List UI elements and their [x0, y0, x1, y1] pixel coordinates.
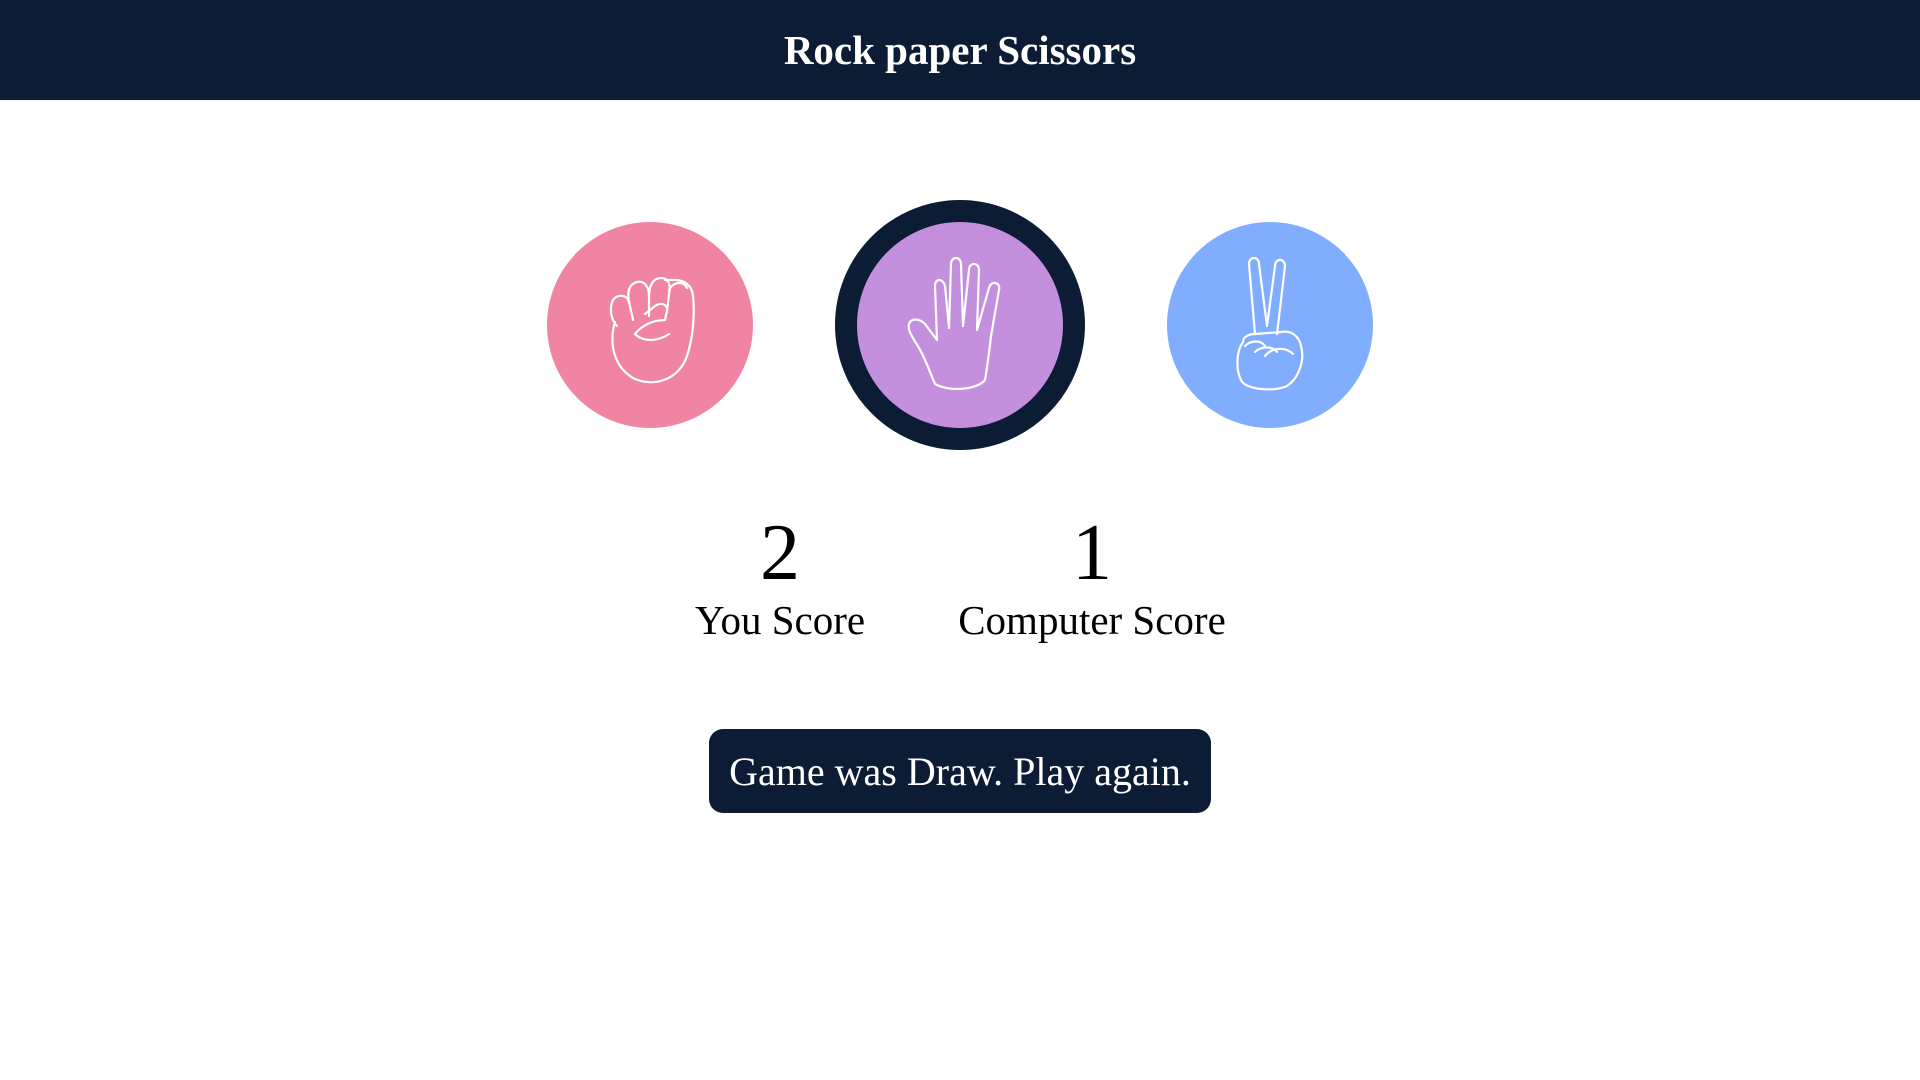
player-score-value: 2 [760, 509, 800, 597]
paper-choice-button[interactable] [835, 200, 1085, 450]
choice-row [0, 200, 1920, 450]
app-title: Rock paper Scissors [783, 27, 1137, 73]
player-score: 2 You Score [680, 508, 880, 642]
scoreboard: 2 You Score 1 Computer Score [0, 508, 1920, 658]
app-header: Rock paper Scissors [0, 0, 1920, 100]
computer-score-label: Computer Score [958, 597, 1226, 643]
fist-icon [595, 250, 705, 400]
computer-score: 1 Computer Score [942, 508, 1242, 642]
play-again-button[interactable]: Game was Draw. Play again. [709, 729, 1211, 813]
rock-choice-button[interactable] [547, 222, 753, 428]
computer-score-value: 1 [1072, 509, 1112, 597]
scissors-choice-button[interactable] [1167, 222, 1373, 428]
open-hand-icon [905, 250, 1015, 400]
player-score-label: You Score [694, 597, 866, 643]
peace-sign-hand-icon [1215, 250, 1325, 400]
